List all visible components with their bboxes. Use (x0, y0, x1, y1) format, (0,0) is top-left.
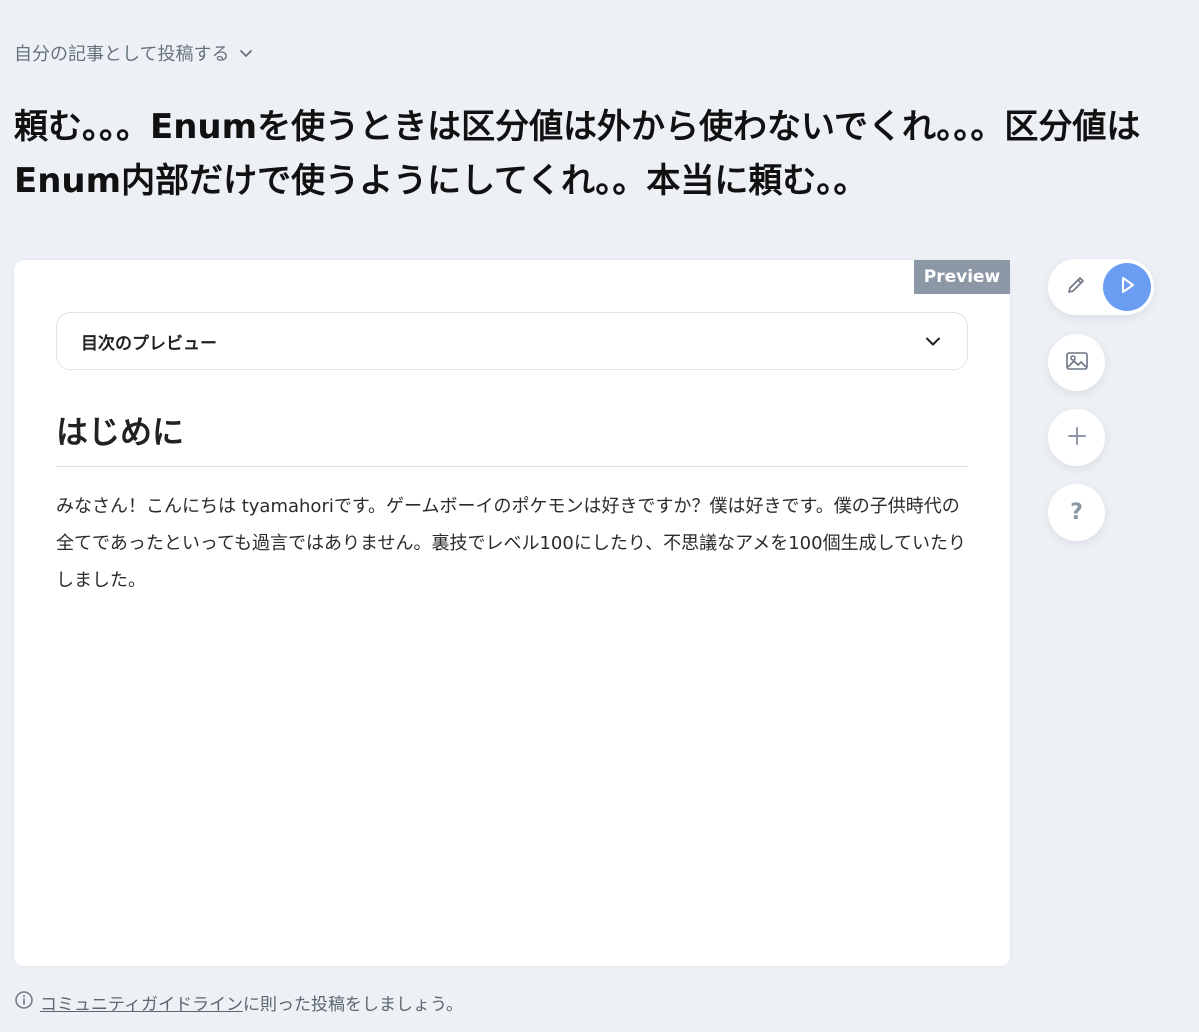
editor-preview-card: Preview 目次のプレビュー はじめに みなさん！こんにちは tyamaho… (14, 260, 1010, 966)
help-icon: ? (1070, 500, 1083, 525)
preview-badge: Preview (914, 260, 1010, 294)
guideline-note: コミュニティガイドラインに則った投稿をしましょう。 (14, 990, 463, 1015)
guideline-suffix: に則った投稿をしましょう。 (242, 995, 463, 1015)
chevron-down-icon (923, 331, 943, 351)
preview-mode-button[interactable] (1103, 263, 1151, 311)
edit-mode-button[interactable] (1058, 269, 1094, 305)
plus-icon (1066, 425, 1088, 451)
section-heading: はじめに (56, 410, 968, 467)
post-as-selector[interactable]: 自分の記事として投稿する (14, 40, 255, 66)
post-as-label: 自分の記事として投稿する (14, 44, 230, 65)
image-icon (1064, 348, 1090, 378)
pencil-icon (1065, 274, 1087, 300)
body-paragraph: みなさん！こんにちは tyamahoriです。ゲームボーイのポケモンは好きですか… (56, 496, 967, 591)
mode-toggle (1048, 259, 1154, 315)
chevron-down-icon (237, 44, 255, 62)
info-icon (14, 990, 34, 1015)
add-block-button[interactable] (1048, 409, 1105, 466)
toc-label: 目次のプレビュー (81, 333, 217, 354)
play-icon (1116, 274, 1138, 300)
article-title[interactable]: 頼む。。。Enumを使うときは区分値は外から使わないでくれ。。。区分値はEnum… (14, 100, 1164, 208)
insert-image-button[interactable] (1048, 334, 1105, 391)
toc-preview-toggle[interactable]: 目次のプレビュー (56, 312, 968, 370)
community-guideline-link[interactable]: コミュニティガイドライン (40, 995, 243, 1015)
help-button[interactable]: ? (1048, 484, 1105, 541)
